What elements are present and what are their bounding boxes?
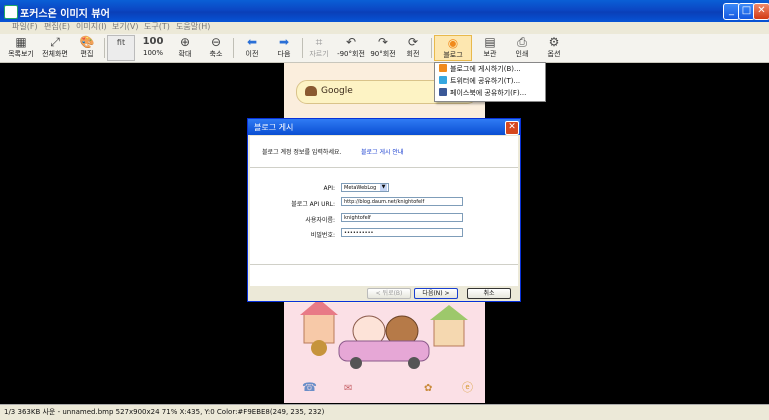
archive-icon: ▤ <box>484 35 496 49</box>
list-view-button[interactable]: ▦ 목록보기 <box>4 35 38 61</box>
back-button[interactable]: < 뒤로(B) <box>367 288 411 299</box>
hat-icon <box>305 86 317 96</box>
api-label: API: <box>323 185 335 192</box>
rotate-button[interactable]: ⟳ 회전 <box>396 35 430 61</box>
zoom-in-icon: ⊕ <box>179 35 191 49</box>
edit-button[interactable]: 🎨 편집 <box>70 35 104 61</box>
rss-icon <box>439 64 447 72</box>
status-text: 1/3 363KB 사운 - unnamed.bmp 527x900x24 71… <box>4 408 325 416</box>
next-button[interactable]: ➡ 다음 <box>267 35 301 61</box>
dialog-body: 블로그 계정 정보를 입력하세요. 블로그 게시 안내 API: MetaWeb… <box>250 136 518 286</box>
facebook-icon <box>439 88 447 96</box>
api-select[interactable]: MetaWebLog ▼ <box>341 183 389 192</box>
rotate-left-icon: ↶ <box>345 35 357 49</box>
actual-size-button[interactable]: 100 100% <box>136 35 170 61</box>
blog-button[interactable]: ◉ 블로그 <box>434 35 472 61</box>
rss-icon: ◉ <box>447 36 459 50</box>
rotate-icon: ⟳ <box>407 35 419 49</box>
window-title: 포커스온 이미지 뷰어 <box>20 9 110 20</box>
username-field[interactable]: knightofelf <box>341 213 463 222</box>
rotate-left-button[interactable]: ↶ -90°회전 <box>334 35 368 61</box>
menu-view[interactable]: 보기(V) <box>112 21 138 32</box>
password-label: 비밀번호: <box>310 232 335 239</box>
api-url-field[interactable]: http://blog.daum.net/knightofelf <box>341 197 463 206</box>
print-button[interactable]: ⎙ 인쇄 <box>505 35 539 61</box>
menu-edit[interactable]: 편집(E) <box>44 21 70 32</box>
grid-icon: ▦ <box>15 35 27 49</box>
hundred-icon: 100 <box>142 36 164 47</box>
rotate-right-button[interactable]: ↷ 90°회전 <box>366 35 400 61</box>
app-icon <box>4 5 18 19</box>
url-label: 블로그 API URL: <box>291 201 335 208</box>
options-button[interactable]: ⚙ 옵션 <box>537 35 571 61</box>
close-button[interactable]: ✕ <box>753 3 769 20</box>
gear-icon: ⚙ <box>548 35 560 49</box>
toolbar: ▦ 목록보기 ⤢ 전체화면 🎨 편집 fit 100 100% ⊕ 확대 ⊖ 축… <box>0 34 769 63</box>
share-menu: 블로그에 게시하기(B)... 트위터에 공유하기(T)... 페이스북에 공유… <box>434 62 546 102</box>
fit-button[interactable]: fit <box>107 35 135 61</box>
arrow-right-icon: ➡ <box>278 35 290 49</box>
zoom-out-button[interactable]: ⊖ 축소 <box>199 35 233 61</box>
password-field[interactable]: •••••••••• <box>341 228 463 237</box>
fullscreen-button[interactable]: ⤢ 전체화면 <box>38 35 72 61</box>
dialog-close-button[interactable]: ✕ <box>505 121 519 135</box>
save-button[interactable]: ▤ 보관 <box>473 35 507 61</box>
share-twitter-item[interactable]: 트위터에 공유하기(T)... <box>437 76 543 87</box>
twitter-icon <box>439 76 447 84</box>
share-facebook-item[interactable]: 페이스북에 공유하기(F)... <box>437 88 543 99</box>
username-label: 사용자이름: <box>305 217 335 224</box>
menu-bar: 파일(F) 편집(E) 이미지(I) 보기(V) 도구(T) 도움말(H) <box>0 22 769 34</box>
svg-text:✉: ✉ <box>344 383 352 394</box>
svg-text:ⓔ: ⓔ <box>462 381 473 394</box>
arrow-left-icon: ⬅ <box>246 35 258 49</box>
blog-guide-link[interactable]: 블로그 게시 안내 <box>361 147 403 156</box>
printer-icon: ⎙ <box>517 35 527 49</box>
cancel-button[interactable]: 취소 <box>467 288 511 299</box>
menu-file[interactable]: 파일(F) <box>12 21 38 32</box>
menu-image[interactable]: 이미지(I) <box>76 21 107 32</box>
rotate-right-icon: ↷ <box>377 35 389 49</box>
dialog-title: 블로그 게시 <box>254 123 294 132</box>
google-text: Google <box>321 86 353 96</box>
chevron-down-icon: ▼ <box>380 184 387 191</box>
title-bar: 포커스온 이미지 뷰어 _ □ ✕ <box>0 0 769 22</box>
svg-text:✿: ✿ <box>424 383 432 394</box>
share-blog-item[interactable]: 블로그에 게시하기(B)... <box>437 64 543 75</box>
menu-tools[interactable]: 도구(T) <box>144 21 170 32</box>
zoom-in-button[interactable]: ⊕ 확대 <box>168 35 202 61</box>
next-button-dialog[interactable]: 다음(N) > <box>414 288 458 299</box>
svg-text:☎: ☎ <box>302 380 317 394</box>
status-bar: 1/3 363KB 사운 - unnamed.bmp 527x900x24 71… <box>0 404 769 420</box>
expand-icon: ⤢ <box>50 35 60 49</box>
zoom-out-icon: ⊖ <box>210 35 222 49</box>
crop-button[interactable]: ⌗ 자르기 <box>302 35 336 61</box>
dialog-intro: 블로그 계정 정보를 입력하세요. <box>262 149 342 156</box>
fit-icon: fit <box>116 38 126 47</box>
blog-post-dialog: 블로그 게시 ✕ 블로그 계정 정보를 입력하세요. 블로그 게시 안내 API… <box>247 118 521 302</box>
menu-help[interactable]: 도움말(H) <box>176 21 210 32</box>
prev-button[interactable]: ⬅ 이전 <box>235 35 269 61</box>
palette-icon: 🎨 <box>79 35 95 49</box>
crop-icon: ⌗ <box>315 35 323 49</box>
